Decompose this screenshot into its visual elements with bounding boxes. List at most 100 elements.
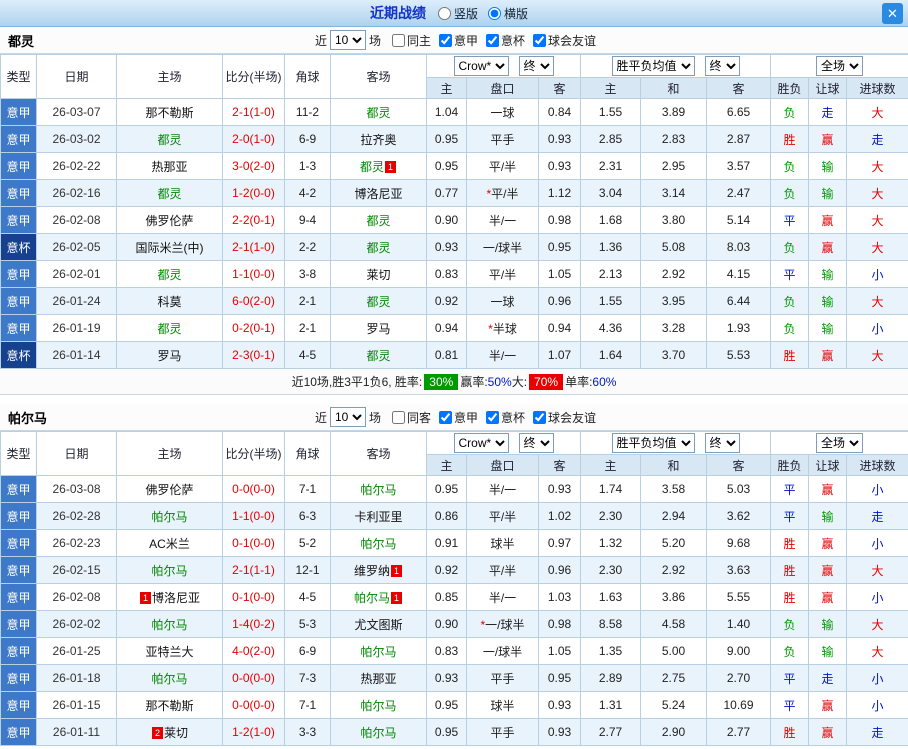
match-row: 意杯 26-02-05 国际米兰(中) 2-1(1-0) 2-2 都灵 0.93 一/球半 0.… (0, 233, 908, 261)
match-count-select[interactable]: 10 (329, 30, 366, 50)
handicap-result-cell: 输 (808, 610, 848, 638)
odds-company-select[interactable]: Crow* (453, 433, 509, 453)
handicap-result-cell: 赢 (808, 718, 848, 746)
score-cell: 3-0(2-0) (222, 152, 285, 180)
goals-result-cell: 走 (846, 718, 908, 746)
avg-away-cell: 9.68 (705, 529, 772, 557)
vertical-radio[interactable] (437, 6, 451, 20)
corner-cell: 3-8 (284, 260, 331, 288)
avg-away-cell: 8.03 (705, 233, 772, 261)
score-cell: 1-4(0-2) (222, 610, 285, 638)
avg-final-select[interactable]: 终 (704, 56, 740, 76)
filter-option-1[interactable]: 同主 (391, 32, 431, 49)
away-team-name: 卡利亚里 (354, 509, 403, 524)
corner-cell: 5-2 (284, 529, 331, 557)
handicap-result-cell: 输 (808, 260, 848, 288)
league-type-cell: 意甲 (0, 475, 37, 503)
avg-final-select[interactable]: 终 (704, 433, 740, 453)
away-team-name: 帕尔马 (353, 590, 390, 605)
summary-segment: 赢率: (460, 375, 488, 389)
handicap-cell: 一球 (466, 287, 539, 315)
match-count-select[interactable]: 10 (329, 407, 366, 427)
filter-option-1[interactable]: 同客 (391, 409, 431, 426)
filter-option-4[interactable]: 球会友谊 (533, 32, 596, 49)
league-type-cell: 意甲 (0, 125, 37, 153)
match-row: 意甲 26-02-28 帕尔马 1-1(0-0) 6-3 卡利亚里 0.86 平/半 1.02 2… (0, 502, 908, 530)
home-odds-cell: 0.90 (426, 610, 467, 638)
handicap-result-cell: 赢 (808, 341, 848, 369)
filter-checkbox-label: 意杯 (501, 410, 526, 425)
score-cell: 2-3(0-1) (222, 341, 285, 369)
team-section: 帕尔马近 10 场同客 意甲 意杯 球会友谊 类型 日期 主场 比分(半场) 角球 客场 Crow* 终胜… (0, 404, 908, 746)
column-header: 角球 (284, 54, 331, 99)
filter-option-2[interactable]: 意甲 (439, 32, 478, 49)
result-cell: 平 (770, 206, 810, 234)
avg-draw-cell: 3.14 (640, 179, 707, 207)
away-odds-cell: 0.95 (538, 664, 581, 692)
filter-checkbox[interactable] (439, 33, 452, 47)
avg-draw-cell: 5.20 (640, 529, 707, 557)
scope-select[interactable]: 全场 (816, 56, 864, 76)
filter-checkbox-label: 同主 (406, 33, 431, 48)
scope-controls: 全场 (770, 54, 908, 78)
filter-option-3[interactable]: 意杯 (486, 409, 525, 426)
filter-checkbox[interactable] (533, 33, 547, 47)
avg-type-select[interactable]: 胜平负均值 (611, 433, 695, 453)
layout-option-horizontal[interactable]: 横版 (488, 5, 528, 22)
column-header: 日期 (36, 54, 117, 99)
odds-final-select[interactable]: 终 (518, 56, 554, 76)
away-odds-cell: 1.02 (538, 502, 581, 530)
goals-result-cell: 小 (846, 583, 908, 611)
avg-home-cell: 3.04 (580, 179, 641, 207)
result-cell: 负 (770, 610, 810, 638)
avg-draw-cell: 2.95 (640, 152, 707, 180)
team-name: 帕尔马 (8, 410, 48, 426)
avg-type-select[interactable]: 胜平负均值 (611, 56, 695, 76)
scope-select[interactable]: 全场 (816, 433, 864, 453)
home-team-cell: 国际米兰(中) (116, 233, 223, 261)
handicap-cell: 平手 (466, 664, 539, 692)
summary-segment: 60% (592, 374, 617, 389)
games-label: 场 (368, 410, 381, 425)
avg-draw-cell: 5.00 (640, 637, 707, 665)
layout-option-vertical[interactable]: 竖版 (437, 5, 478, 22)
stats-table: 类型 日期 主场 比分(半场) 角球 客场 Crow* 终胜平负均值终全场主盘口客主和客胜负让… (0, 431, 908, 746)
games-label: 场 (368, 33, 381, 48)
odds-company-select[interactable]: Crow* (453, 56, 509, 76)
away-team-name: 都灵 (366, 213, 391, 228)
avg-home-cell: 2.85 (580, 125, 641, 153)
filter-option-4[interactable]: 球会友谊 (533, 409, 596, 426)
sub-column-header: 主 (426, 77, 467, 99)
match-date-cell: 26-02-05 (36, 233, 117, 261)
league-type-cell: 意杯 (0, 233, 37, 261)
home-odds-cell: 0.92 (426, 287, 467, 315)
home-team-cell: 那不勒斯 (116, 691, 223, 719)
avg-away-cell: 2.47 (705, 179, 772, 207)
home-team-name: 罗马 (157, 348, 182, 363)
home-odds-cell: 0.85 (426, 583, 467, 611)
filter-checkbox[interactable] (391, 33, 405, 47)
handicap-result-cell: 赢 (808, 691, 848, 719)
home-team-cell: 帕尔马 (116, 664, 223, 692)
filter-checkbox[interactable] (486, 410, 500, 424)
filter-checkbox[interactable] (486, 33, 500, 47)
corner-cell: 4-5 (284, 583, 331, 611)
filter-checkbox-label: 意杯 (501, 33, 526, 48)
match-row: 意甲 26-01-24 科莫 6-0(2-0) 2-1 都灵 0.92 一球 0.96 1.55 3… (0, 287, 908, 315)
handicap-cell: 一球 (466, 98, 539, 126)
odds-final-select[interactable]: 终 (518, 433, 554, 453)
filter-checkbox[interactable] (391, 410, 405, 424)
match-date-cell: 26-01-11 (36, 718, 117, 746)
avg-draw-cell: 3.89 (640, 98, 707, 126)
match-date-cell: 26-02-16 (36, 179, 117, 207)
avg-away-cell: 5.03 (705, 475, 772, 503)
column-header: 比分(半场) (222, 431, 285, 476)
result-cell: 负 (770, 98, 810, 126)
close-icon[interactable]: ✕ (882, 3, 903, 24)
sub-column-header: 胜负 (770, 77, 810, 99)
filter-option-3[interactable]: 意杯 (486, 32, 525, 49)
filter-checkbox[interactable] (439, 410, 452, 424)
filter-checkbox[interactable] (533, 410, 547, 424)
horizontal-radio[interactable] (488, 6, 501, 20)
filter-option-2[interactable]: 意甲 (439, 409, 478, 426)
